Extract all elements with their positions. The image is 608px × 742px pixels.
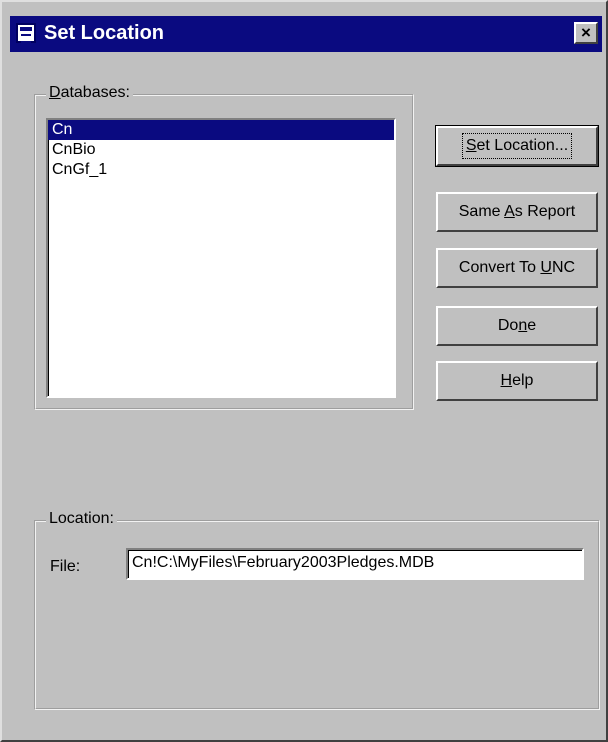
set-location-button-label: Set Location...	[461, 133, 573, 159]
window-icon	[16, 23, 36, 43]
same-as-report-button-label: Same As Report	[458, 203, 576, 220]
convert-to-unc-button[interactable]: Convert To UNC	[436, 248, 598, 288]
list-item-cnbio[interactable]: CnBio	[48, 140, 394, 160]
close-button[interactable]: ×	[574, 22, 598, 44]
close-icon: ×	[581, 23, 591, 42]
file-label: File:	[50, 558, 81, 575]
location-group: Location: File: Cn!C:\MyFiles\February20…	[34, 510, 600, 710]
done-button-label: Done	[497, 317, 537, 334]
title-bar[interactable]: Set Location ×	[10, 16, 602, 52]
help-button[interactable]: Help	[436, 361, 598, 401]
help-button-label: Help	[500, 372, 534, 389]
convert-to-unc-button-label: Convert To UNC	[458, 259, 576, 276]
list-item-cn[interactable]: Cn	[48, 120, 394, 140]
databases-group: Databases: Cn CnBio CnGf_1	[34, 84, 414, 410]
list-item-cngf-1[interactable]: CnGf_1	[48, 160, 394, 180]
databases-group-label: Databases:	[46, 84, 133, 102]
databases-listbox[interactable]: Cn CnBio CnGf_1	[46, 118, 396, 398]
same-as-report-button[interactable]: Same As Report	[436, 192, 598, 232]
done-button[interactable]: Done	[436, 306, 598, 346]
window-title: Set Location	[44, 22, 165, 44]
file-path-field[interactable]: Cn!C:\MyFiles\February2003Pledges.MDB	[126, 548, 584, 580]
set-location-button[interactable]: Set Location...	[435, 125, 599, 167]
location-group-label: Location:	[46, 510, 117, 528]
set-location-dialog: Set Location × Databases: Cn CnBio CnGf_…	[0, 0, 608, 742]
